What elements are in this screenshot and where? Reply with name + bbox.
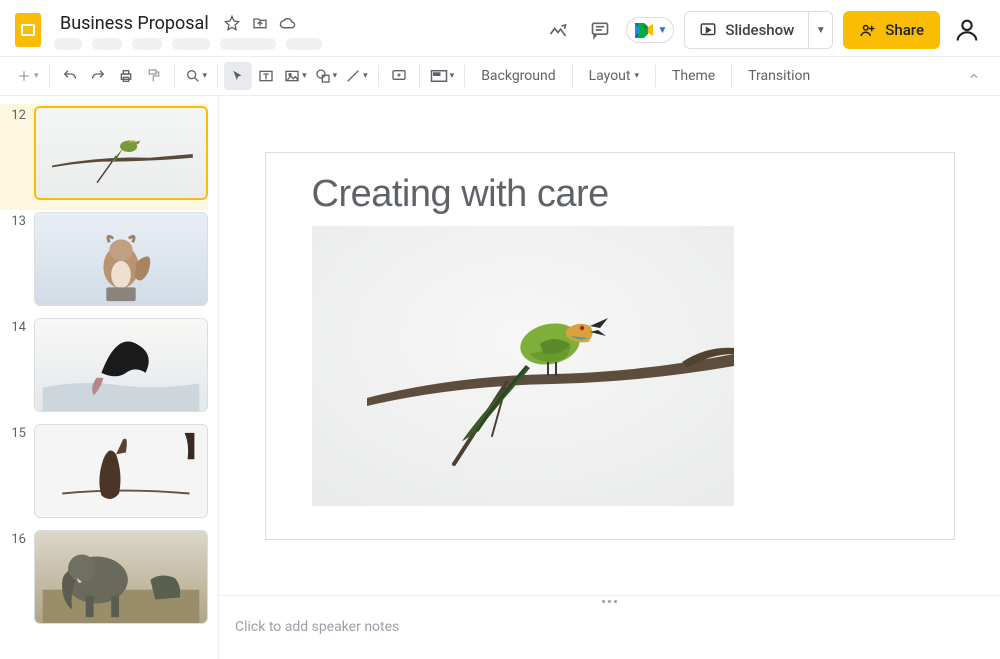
background-button[interactable]: Background bbox=[471, 62, 565, 90]
activity-icon[interactable] bbox=[542, 14, 574, 46]
slide-thumbnail[interactable]: 13 bbox=[0, 210, 208, 316]
share-button[interactable]: Share bbox=[843, 11, 940, 49]
transition-button[interactable]: Transition bbox=[738, 62, 820, 90]
slide-number: 16 bbox=[0, 530, 34, 547]
share-label: Share bbox=[885, 21, 924, 39]
shape-button[interactable]: ▾ bbox=[311, 62, 342, 90]
chevron-down-icon: ▼ bbox=[657, 25, 667, 36]
slide-image[interactable] bbox=[312, 226, 734, 506]
notes-resize-handle[interactable] bbox=[219, 595, 1000, 607]
document-title[interactable]: Business Proposal bbox=[54, 12, 215, 35]
redo-button[interactable] bbox=[84, 62, 112, 90]
comment-icon[interactable] bbox=[584, 14, 616, 46]
slide-thumbnail[interactable]: 16 bbox=[0, 528, 208, 634]
slideshow-dropdown[interactable]: ▼ bbox=[808, 12, 832, 48]
slide-canvas[interactable]: Creating with care bbox=[265, 152, 955, 540]
paint-format-button[interactable] bbox=[140, 62, 168, 90]
comment-add-button[interactable] bbox=[385, 62, 413, 90]
line-button[interactable]: ▾ bbox=[341, 62, 372, 90]
slide-number: 12 bbox=[0, 106, 34, 123]
slide-number: 13 bbox=[0, 212, 34, 229]
slide-number: 14 bbox=[0, 318, 34, 335]
editor-area: Creating with care bbox=[218, 96, 1000, 659]
image-button[interactable]: ▾ bbox=[280, 62, 311, 90]
account-avatar[interactable] bbox=[950, 13, 984, 47]
speaker-notes[interactable]: Click to add speaker notes bbox=[219, 607, 1000, 659]
move-icon[interactable] bbox=[247, 10, 273, 36]
slide-thumbnail[interactable]: 15 bbox=[0, 422, 208, 528]
slide-thumbnail[interactable]: 12 bbox=[0, 104, 208, 210]
collapse-toolbar-icon[interactable] bbox=[968, 70, 980, 82]
zoom-button[interactable]: ▾ bbox=[181, 62, 212, 90]
select-tool[interactable] bbox=[224, 62, 252, 90]
new-slide-button[interactable]: ▾ bbox=[12, 62, 43, 90]
slide-title-text[interactable]: Creating with care bbox=[312, 173, 908, 216]
slide-canvas-wrap[interactable]: Creating with care bbox=[219, 96, 1000, 595]
menu-bar[interactable] bbox=[54, 38, 322, 50]
print-button[interactable] bbox=[112, 62, 140, 90]
slide-panel[interactable]: 12 13 bbox=[0, 96, 218, 659]
cloud-icon[interactable] bbox=[275, 10, 301, 36]
app-header: Business Proposal bbox=[0, 0, 1000, 56]
slideshow-label: Slideshow bbox=[725, 21, 794, 39]
slide-thumbnail[interactable]: 14 bbox=[0, 316, 208, 422]
undo-button[interactable] bbox=[56, 62, 84, 90]
meet-button[interactable]: ▼ bbox=[626, 17, 674, 43]
slide-options-button[interactable]: ▾ bbox=[426, 62, 459, 90]
textbox-button[interactable] bbox=[252, 62, 280, 90]
slides-logo[interactable] bbox=[8, 10, 48, 50]
workspace: 12 13 bbox=[0, 96, 1000, 659]
slide-number: 15 bbox=[0, 424, 34, 441]
slideshow-button[interactable]: Slideshow ▼ bbox=[684, 11, 833, 49]
toolbar: ▾ ▾ ▾ ▾ ▾ ▾ Background bbox=[0, 56, 1000, 96]
star-icon[interactable] bbox=[219, 10, 245, 36]
layout-button[interactable]: Layout▾ bbox=[579, 62, 649, 90]
theme-button[interactable]: Theme bbox=[662, 62, 725, 90]
